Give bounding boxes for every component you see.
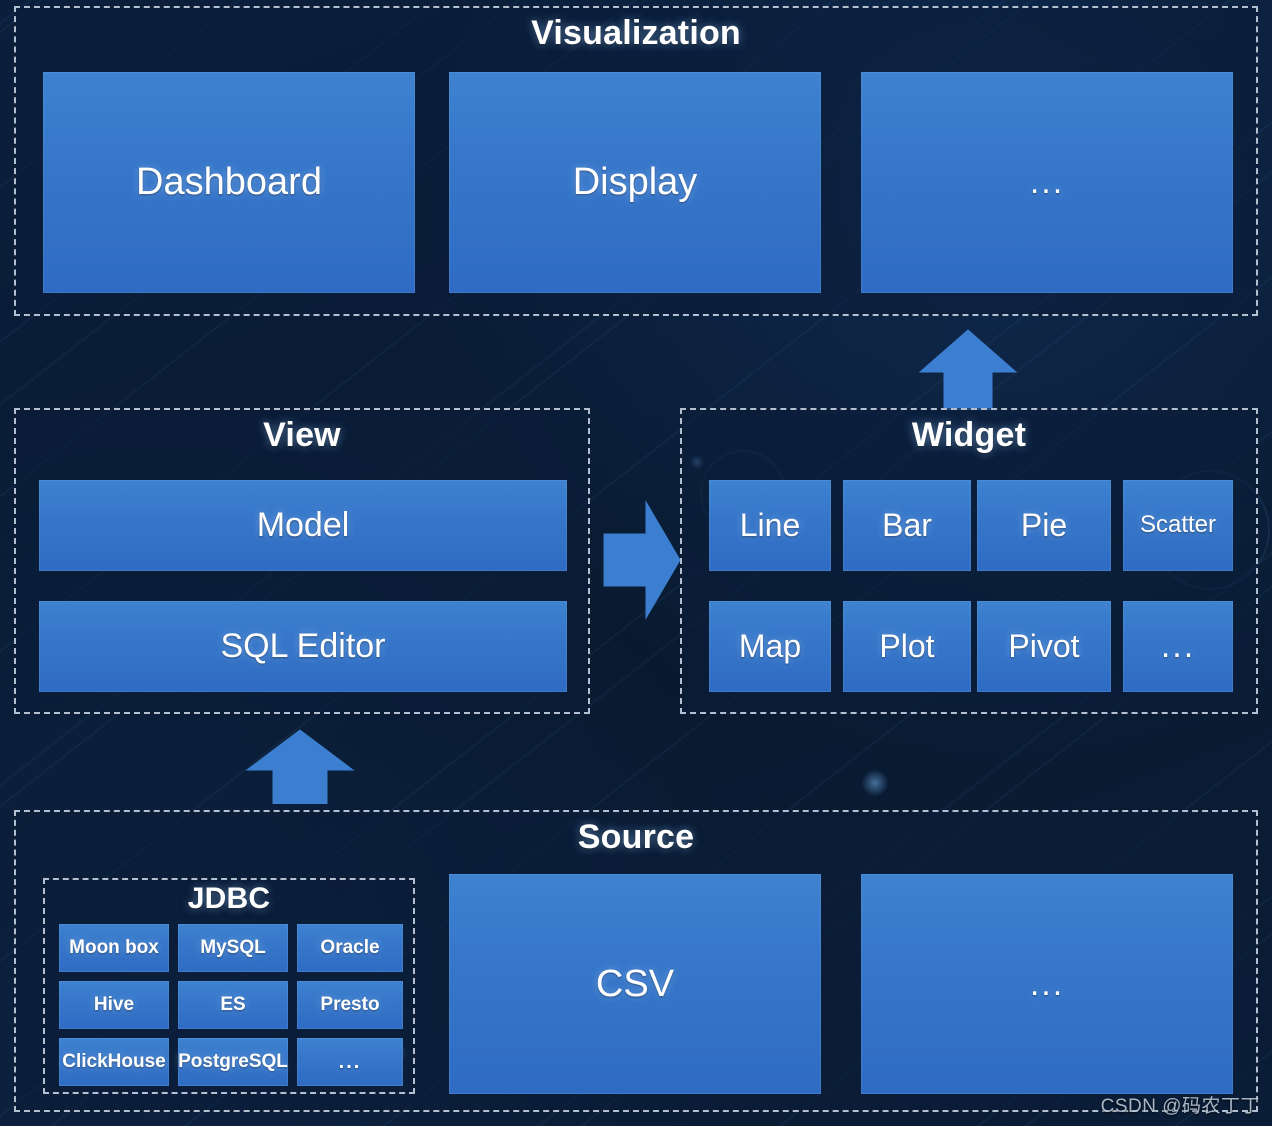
box-label: SQL Editor — [220, 627, 386, 666]
box-jdbc-oracle[interactable]: Oracle — [297, 924, 403, 972]
subsection-jdbc: JDBC Moon box MySQL Oracle Hive ES Prest… — [43, 878, 415, 1094]
architecture-diagram: Visualization Dashboard Display ... View… — [0, 0, 1272, 1126]
box-label: Hive — [93, 994, 135, 1016]
box-widget-pivot[interactable]: Pivot — [977, 601, 1111, 692]
box-label: Pivot — [1008, 627, 1080, 664]
box-label: ... — [1160, 627, 1196, 666]
box-label: Moon box — [69, 937, 159, 959]
box-jdbc-postgresql[interactable]: PostgreSQL — [178, 1038, 288, 1086]
box-label: ... — [1029, 163, 1065, 202]
arrow-up-icon — [245, 729, 355, 804]
box-widget-line[interactable]: Line — [709, 480, 831, 571]
section-title-view: View — [263, 416, 341, 454]
box-label: Display — [572, 161, 698, 204]
box-widget-map[interactable]: Map — [709, 601, 831, 692]
box-widget-more[interactable]: ... — [1123, 601, 1233, 692]
box-label: ClickHouse — [62, 1051, 166, 1073]
box-jdbc-es[interactable]: ES — [178, 981, 288, 1029]
box-label: MySQL — [200, 937, 266, 959]
box-label: Scatter — [1139, 511, 1217, 539]
box-display[interactable]: Display — [449, 72, 821, 293]
arrow-widget-to-visualization — [918, 328, 1018, 410]
box-label: ... — [338, 1050, 362, 1073]
section-title-visualization: Visualization — [531, 14, 741, 52]
box-label: Plot — [879, 627, 935, 664]
section-visualization: Visualization Dashboard Display ... — [14, 6, 1258, 316]
box-jdbc-moonbox[interactable]: Moon box — [59, 924, 169, 972]
subsection-title-jdbc: JDBC — [187, 882, 271, 915]
box-label: Presto — [320, 994, 380, 1016]
section-title-source: Source — [577, 818, 695, 856]
section-title-widget: Widget — [911, 416, 1027, 454]
box-model[interactable]: Model — [39, 480, 567, 571]
section-view: View Model SQL Editor — [14, 408, 590, 714]
box-label: Dashboard — [136, 161, 322, 204]
box-label: Oracle — [320, 937, 380, 959]
arrow-view-to-widget — [602, 500, 682, 620]
arrow-up-icon — [918, 329, 1018, 410]
box-label: Model — [256, 506, 350, 545]
box-jdbc-mysql[interactable]: MySQL — [178, 924, 288, 972]
arrow-source-to-view — [245, 728, 355, 804]
box-widget-pie[interactable]: Pie — [977, 480, 1111, 571]
box-jdbc-presto[interactable]: Presto — [297, 981, 403, 1029]
watermark: CSDN @码农丁丁 — [1100, 1096, 1260, 1117]
box-label: PostgreSQL — [178, 1051, 288, 1073]
box-jdbc-more[interactable]: ... — [297, 1038, 403, 1086]
section-source: Source JDBC Moon box MySQL Oracle Hive E… — [14, 810, 1258, 1112]
box-label: ... — [1029, 964, 1065, 1003]
box-widget-scatter[interactable]: Scatter — [1123, 480, 1233, 571]
box-csv[interactable]: CSV — [449, 874, 821, 1094]
box-widget-bar[interactable]: Bar — [843, 480, 971, 571]
arrow-right-icon — [603, 500, 681, 620]
box-label: Pie — [1020, 506, 1068, 543]
box-jdbc-hive[interactable]: Hive — [59, 981, 169, 1029]
box-label: ES — [220, 994, 246, 1016]
box-source-more[interactable]: ... — [861, 874, 1233, 1094]
box-label: Line — [739, 506, 801, 543]
box-label: Bar — [882, 506, 932, 543]
section-widget: Widget Line Bar Pie Scatter Map Plot Piv… — [680, 408, 1258, 714]
box-sql-editor[interactable]: SQL Editor — [39, 601, 567, 692]
box-label: CSV — [595, 962, 675, 1005]
box-dashboard[interactable]: Dashboard — [43, 72, 415, 293]
box-widget-plot[interactable]: Plot — [843, 601, 971, 692]
box-label: Map — [738, 627, 802, 664]
box-jdbc-clickhouse[interactable]: ClickHouse — [59, 1038, 169, 1086]
box-visualization-more[interactable]: ... — [861, 72, 1233, 293]
